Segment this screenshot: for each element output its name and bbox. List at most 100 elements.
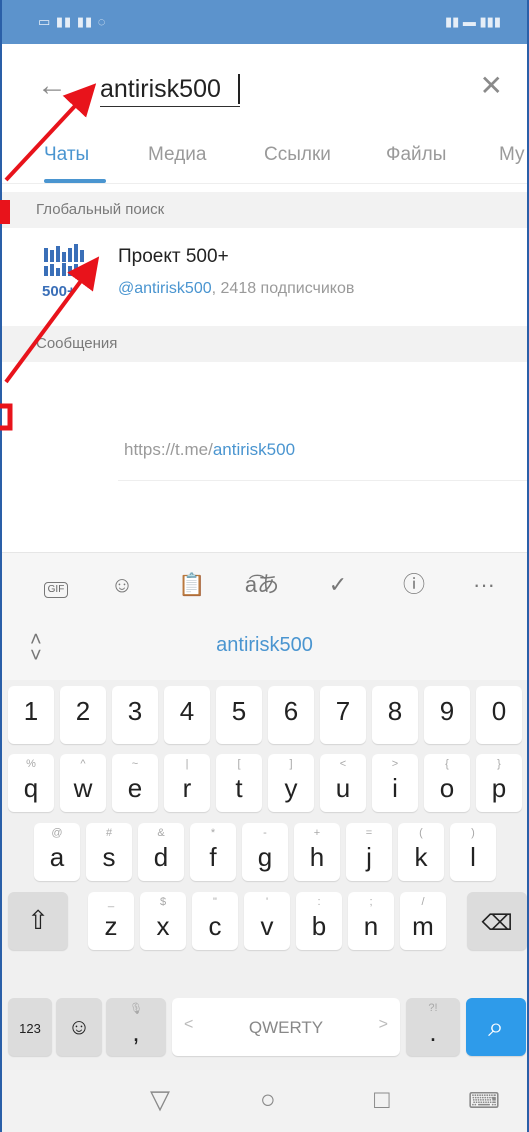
key-label: d bbox=[153, 842, 169, 872]
key-hint: = bbox=[365, 827, 373, 839]
word-suggestion[interactable]: antirisk500 bbox=[2, 634, 527, 657]
tab-media[interactable]: Медиа bbox=[148, 144, 206, 166]
emoji-key[interactable]: ☺ bbox=[56, 998, 102, 1056]
tab-indicator bbox=[44, 179, 106, 183]
clipboard-icon[interactable]: 📋 bbox=[172, 569, 212, 601]
info-icon[interactable]: ⓘ bbox=[394, 569, 434, 601]
close-icon[interactable]: ✕ bbox=[480, 70, 503, 102]
backspace-key[interactable]: ⌫ bbox=[467, 892, 527, 950]
message-results: https://t.me/antirisk500 bbox=[2, 364, 527, 550]
key-s[interactable]: # s bbox=[86, 823, 132, 881]
sticker-icon[interactable]: ☺ bbox=[102, 569, 142, 601]
key-hint: % bbox=[26, 758, 36, 770]
key-l[interactable]: ) l bbox=[450, 823, 496, 881]
link-prefix: https://t.me/ bbox=[124, 440, 213, 459]
key-label: h bbox=[309, 842, 325, 872]
nav-back-icon[interactable]: ▽ bbox=[150, 1084, 170, 1115]
key-e[interactable]: ~ e bbox=[112, 754, 158, 812]
key-c[interactable]: " c bbox=[192, 892, 238, 950]
key-n[interactable]: ; n bbox=[348, 892, 394, 950]
key-hint: < bbox=[339, 758, 347, 770]
key-hint: > bbox=[391, 758, 399, 770]
key-t[interactable]: [t bbox=[216, 754, 262, 812]
key-6[interactable]: 6 bbox=[268, 686, 314, 744]
comma-key[interactable]: 🎙, bbox=[106, 998, 166, 1056]
key-9[interactable]: 9 bbox=[424, 686, 470, 744]
key-label: 1 bbox=[23, 696, 39, 726]
key-label: 9 bbox=[439, 696, 455, 726]
key-i[interactable]: > i bbox=[372, 754, 418, 812]
key-x[interactable]: $ x bbox=[140, 892, 186, 950]
search-input[interactable] bbox=[100, 72, 420, 106]
key-label: 3 bbox=[127, 696, 143, 726]
key-0[interactable]: 0 bbox=[476, 686, 522, 744]
key-hint: { bbox=[445, 758, 449, 770]
tab-files[interactable]: Файлы bbox=[386, 144, 446, 166]
key-f[interactable]: * f bbox=[190, 823, 236, 881]
key-g[interactable]: -g bbox=[242, 823, 288, 881]
edit-icon[interactable]: ✓ bbox=[318, 569, 358, 601]
tab-music[interactable]: Му bbox=[499, 144, 525, 166]
nav-home-icon[interactable]: ○ bbox=[260, 1084, 276, 1115]
tab-chats[interactable]: Чаты bbox=[44, 144, 89, 166]
key-z[interactable]: _ z bbox=[88, 892, 134, 950]
keyboard-hide-icon[interactable]: ⌨ bbox=[468, 1088, 500, 1114]
key-4[interactable]: 4 bbox=[164, 686, 210, 744]
key-3[interactable]: 3 bbox=[112, 686, 158, 744]
key-o[interactable]: {o bbox=[424, 754, 470, 812]
key-q[interactable]: % q bbox=[8, 754, 54, 812]
shift-key[interactable]: ⇧ bbox=[8, 892, 68, 950]
battery-clock: ▮▮ ▬ ▮▮▮ bbox=[445, 14, 501, 29]
tab-links[interactable]: Ссылки bbox=[264, 144, 331, 166]
keyboard: 1234567890 % q ^ w ~ e | r[t] y < u > i{o} p @ a # s & d * f… bbox=[2, 680, 527, 1070]
key-5[interactable]: 5 bbox=[216, 686, 262, 744]
more-icon[interactable]: ··· bbox=[464, 569, 504, 601]
nav-recents-icon[interactable]: □ bbox=[374, 1084, 390, 1115]
key-hint: + bbox=[313, 827, 321, 839]
key-p[interactable]: } p bbox=[476, 754, 522, 812]
search-key[interactable]: ⌕ bbox=[466, 998, 526, 1056]
result-handle[interactable]: @antirisk500 bbox=[118, 280, 212, 297]
key-label: t bbox=[235, 773, 243, 803]
period-key[interactable]: ?!. bbox=[406, 998, 460, 1056]
key-hint: ~ bbox=[131, 758, 139, 770]
key-a[interactable]: @ a bbox=[34, 823, 80, 881]
message-result-link[interactable]: https://t.me/antirisk500 bbox=[124, 440, 295, 460]
key-hint: * bbox=[210, 827, 216, 839]
key-hint: ; bbox=[369, 896, 373, 908]
space-key[interactable]: < QWERTY > bbox=[172, 998, 400, 1056]
key-hint: ^ bbox=[80, 758, 86, 770]
key-m[interactable]: / m bbox=[400, 892, 446, 950]
key-r[interactable]: | r bbox=[164, 754, 210, 812]
key-label: n bbox=[363, 911, 379, 941]
search-underline bbox=[100, 106, 240, 107]
key-1[interactable]: 1 bbox=[8, 686, 54, 744]
key-j[interactable]: = j bbox=[346, 823, 392, 881]
key-w[interactable]: ^ w bbox=[60, 754, 106, 812]
key-label: v bbox=[260, 911, 274, 941]
divider bbox=[118, 480, 527, 481]
key-label: a bbox=[49, 842, 65, 872]
key-b[interactable]: :b bbox=[296, 892, 342, 950]
key-7[interactable]: 7 bbox=[320, 686, 366, 744]
key-d[interactable]: & d bbox=[138, 823, 184, 881]
arrow-left-icon[interactable]: ← bbox=[34, 68, 70, 104]
channel-avatar: 500+ bbox=[42, 244, 84, 300]
key-u[interactable]: < u bbox=[320, 754, 366, 812]
key-y[interactable]: ] y bbox=[268, 754, 314, 812]
key-k[interactable]: (k bbox=[398, 823, 444, 881]
key-h[interactable]: + h bbox=[294, 823, 340, 881]
key-label: 0 bbox=[491, 696, 507, 726]
key-label: j bbox=[366, 842, 372, 872]
key-label: q bbox=[23, 773, 39, 803]
key-v[interactable]: ' v bbox=[244, 892, 290, 950]
key-label: x bbox=[156, 911, 170, 941]
key-8[interactable]: 8 bbox=[372, 686, 418, 744]
search-result-channel[interactable]: 500+ Проект 500+ @antirisk500, 2418 подп… bbox=[2, 228, 527, 316]
key-label: i bbox=[392, 773, 398, 803]
gif-icon[interactable]: GIF bbox=[36, 569, 76, 601]
key-2[interactable]: 2 bbox=[60, 686, 106, 744]
translate-icon[interactable]: a͡あ bbox=[242, 569, 282, 601]
numbers-key[interactable]: 123 bbox=[8, 998, 52, 1056]
key-label: 6 bbox=[283, 696, 299, 726]
